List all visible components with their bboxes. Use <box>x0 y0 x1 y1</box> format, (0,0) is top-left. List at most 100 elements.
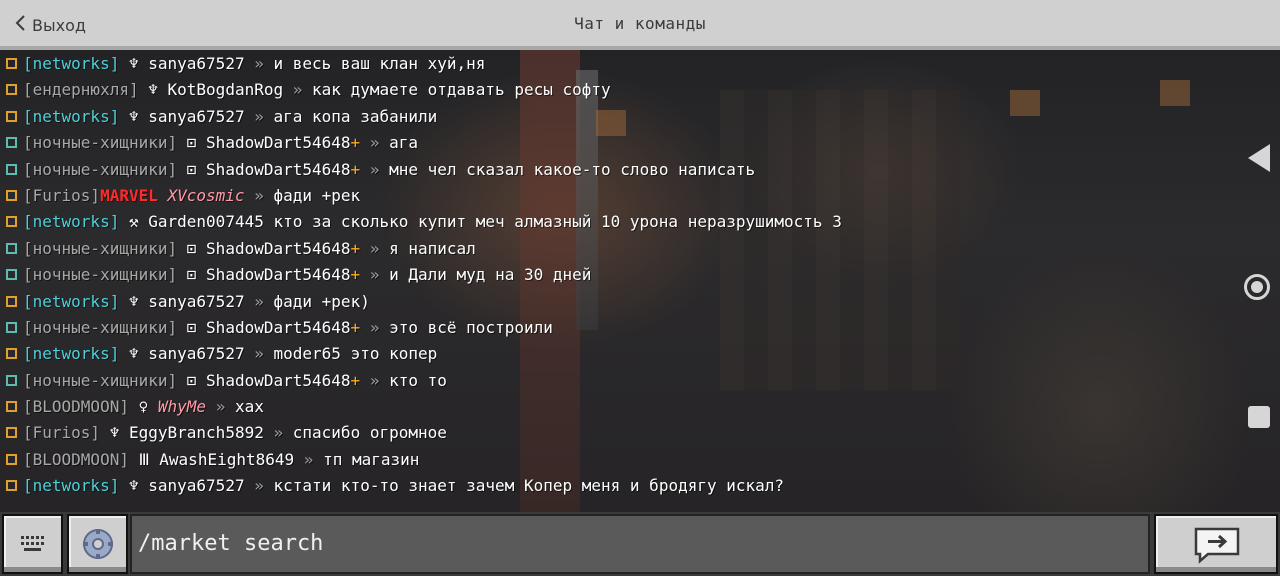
rank-icon: ⊡ <box>186 370 197 390</box>
chat-message: [Furios]MARVEL XVcosmic » фади +рек <box>0 183 1220 209</box>
message-text: кстати кто-то знает зачем Копер меня и б… <box>273 476 785 496</box>
message-text: кто то <box>389 370 447 390</box>
message-text: я написал <box>389 238 476 258</box>
rank-icon: ♀ <box>138 397 149 417</box>
chat-message-partial <box>0 37 1220 51</box>
message-separator: » <box>215 397 226 417</box>
keyboard-button[interactable] <box>2 514 63 574</box>
chat-message: [BLOODMOON] Ⅲ AwashEight8649 » тп магази… <box>0 447 1220 473</box>
player-name: Garden007445 <box>148 212 264 232</box>
rank-icon: ♆ <box>109 423 120 443</box>
message-separator: » <box>254 185 264 205</box>
player-name: KotBogdanRog <box>167 80 284 100</box>
clan-tag: [ендернюхля] <box>23 80 139 100</box>
message-bullet-icon <box>6 137 17 149</box>
message-bullet-icon <box>6 189 17 201</box>
stop-square-icon[interactable] <box>1248 406 1270 428</box>
player-name: sanya67527 <box>148 291 245 311</box>
plus-badge: + <box>350 317 361 337</box>
player-name: ShadowDart54648 <box>206 159 351 179</box>
rank-icon: ♆ <box>128 476 139 496</box>
message-separator: » <box>254 106 264 126</box>
rank-icon: Ⅲ <box>138 449 150 469</box>
rank-icon: ⊡ <box>186 238 197 258</box>
message-separator: » <box>369 133 380 153</box>
clan-tag: [ночные-хищники] <box>23 238 178 258</box>
rank-icon: ♆ <box>128 54 139 73</box>
message-separator: » <box>254 291 264 311</box>
chat-message: [networks] ♆ sanya67527 » и весь ваш кла… <box>0 51 1220 77</box>
chat-message: [networks] ♆ sanya67527 » фади +рек) <box>0 289 1220 315</box>
message-bullet-icon <box>6 348 17 360</box>
message-bullet-icon <box>6 453 17 465</box>
player-name: WhyMe <box>157 397 207 417</box>
chat-message: [BLOODMOON] ♀ WhyMe » хах <box>0 394 1220 420</box>
message-bullet-icon <box>6 480 17 492</box>
chat-message: [ночные-хищники] ⊡ ShadowDart54648+ » кт… <box>0 368 1220 394</box>
chat-message: [Furios] ♆ EggyBranch5892 » спасибо огро… <box>0 420 1220 446</box>
message-text: кто за сколько купит меч алмазный 10 уро… <box>273 212 842 232</box>
chat-message: [ночные-хищники] ⊡ ShadowDart54648+ » эт… <box>0 315 1220 341</box>
message-text: и весь ваш клан хуй,ня <box>273 54 486 73</box>
plus-badge: + <box>350 370 361 390</box>
clan-tag: [ночные-хищники] <box>23 317 178 337</box>
clan-tag: [BLOODMOON] <box>23 449 129 469</box>
player-name: sanya67527 <box>148 344 245 364</box>
message-bullet-icon <box>6 427 17 439</box>
player-name: sanya67527 <box>148 106 245 126</box>
player-name: AwashEight8649 <box>159 449 295 469</box>
message-bullet-icon <box>6 216 17 228</box>
message-separator: » <box>369 159 380 179</box>
message-text: ага копа забанили <box>273 106 438 126</box>
player-name: XVcosmic <box>167 185 245 205</box>
player-name: ShadowDart54648 <box>206 370 351 390</box>
clan-tag: [ночные-хищники] <box>23 159 178 179</box>
chat-message: [networks] ♆ sanya67527 » ага копа забан… <box>0 104 1220 130</box>
clan-tag: [networks] <box>23 54 120 73</box>
chat-message: [networks] ⚒ Garden007445 кто за сколько… <box>0 209 1220 235</box>
rank-icon: ♆ <box>128 344 139 364</box>
message-separator: » <box>369 265 380 285</box>
message-bullet-icon <box>6 269 17 281</box>
message-bullet-icon <box>6 58 17 69</box>
emote-gear-icon <box>83 529 113 559</box>
rank-icon: ⊡ <box>186 265 197 285</box>
message-separator: » <box>369 370 380 390</box>
chat-message: [networks] ♆ sanya67527 » кстати кто-то … <box>0 473 1220 499</box>
chat-message: [ночные-хищники] ⊡ ShadowDart54648+ » и … <box>0 262 1220 288</box>
rank-icon: ♆ <box>128 291 139 311</box>
player-name: ShadowDart54648 <box>206 265 351 285</box>
player-name: ShadowDart54648 <box>206 133 351 153</box>
message-bullet-icon <box>6 295 17 307</box>
collapse-triangle-icon[interactable] <box>1248 144 1270 172</box>
send-button[interactable] <box>1154 514 1278 574</box>
chat-message: [ночные-хищники] ⊡ ShadowDart54648+ » аг… <box>0 130 1220 156</box>
chat-message: [ендернюхля] ♆ KotBogdanRog » как думает… <box>0 77 1220 103</box>
message-bullet-icon <box>6 374 17 386</box>
chat-input-value: /market search <box>138 531 324 556</box>
message-text: ага <box>389 133 419 153</box>
rank-icon: ⊡ <box>186 159 197 179</box>
message-text: фади +рек) <box>273 291 370 311</box>
rank-icon: ⚒ <box>128 212 139 232</box>
clan-tag: [networks] <box>23 476 120 496</box>
message-bullet-icon <box>6 242 17 254</box>
message-text: moder65 это копер <box>273 344 438 364</box>
message-separator: » <box>369 238 380 258</box>
emote-button[interactable] <box>67 514 128 574</box>
message-separator: » <box>369 317 380 337</box>
player-name: ShadowDart54648 <box>206 317 351 337</box>
message-separator: » <box>303 449 314 469</box>
message-bullet-icon <box>6 110 17 122</box>
message-bullet-icon <box>6 163 17 175</box>
message-text: спасибо огромное <box>292 423 447 443</box>
message-separator: » <box>273 423 284 443</box>
chat-log[interactable]: [networks] ♆ sanya67527 » и весь ваш кла… <box>0 37 1220 512</box>
record-circle-icon[interactable] <box>1244 274 1270 300</box>
clan-tag: [networks] <box>23 212 120 232</box>
message-text: это всё построили <box>389 317 553 337</box>
send-arrow-icon <box>1194 527 1240 564</box>
chat-input-field[interactable]: /market search <box>130 514 1150 574</box>
plus-badge: + <box>350 133 361 153</box>
message-bullet-icon <box>6 321 17 333</box>
